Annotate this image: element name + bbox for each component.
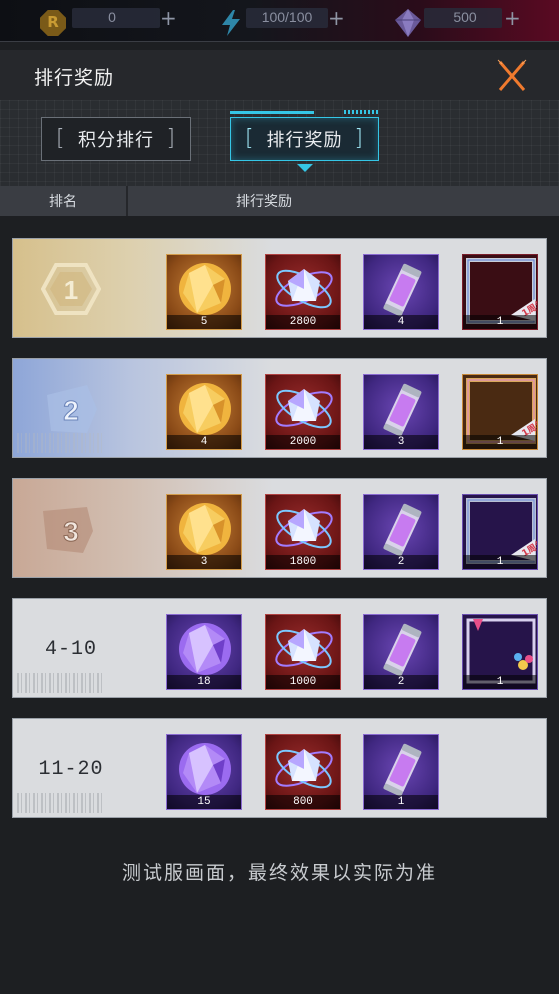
crystal-value: 500: [453, 9, 477, 25]
reward-card[interactable]: 3: [363, 374, 439, 450]
reward-card[interactable]: 1周年 1: [462, 494, 538, 570]
reward-count: 5: [167, 315, 241, 329]
close-icon[interactable]: [492, 58, 532, 94]
silver-rank-badge-icon: 2: [47, 385, 97, 433]
bracket-left-icon: [: [245, 126, 255, 151]
reward-count: 1: [463, 315, 537, 329]
crystal-gem-icon: [395, 9, 421, 37]
reward-card[interactable]: 2800: [265, 254, 341, 330]
reward-card[interactable]: 4: [166, 374, 242, 450]
active-tab-dots: [344, 110, 380, 114]
reward-card[interactable]: 2000: [265, 374, 341, 450]
reward-card[interactable]: 15: [166, 734, 242, 810]
column-reward: 排行奖励: [236, 194, 292, 210]
reward-count: 2: [364, 555, 438, 569]
reward-count: 4: [364, 315, 438, 329]
rank-number: 2: [63, 395, 79, 426]
reward-card[interactable]: 1800: [265, 494, 341, 570]
reward-count: 3: [167, 555, 241, 569]
reward-count: 2000: [266, 435, 340, 449]
page-title: 排行奖励: [34, 67, 115, 89]
reward-card[interactable]: 1000: [265, 614, 341, 690]
rank-row-1: 1 5 2800 4 1周年 1: [12, 238, 547, 338]
resource-bar: 0 + 100/100 + 500 +: [0, 0, 559, 42]
bracket-right-icon: ]: [166, 126, 176, 151]
rank-number: 1: [64, 275, 78, 305]
reward-count: 1: [463, 675, 537, 689]
reward-count: 1: [463, 555, 537, 569]
gold-rank-badge-icon: 1: [41, 263, 101, 315]
rank-row-2: 2 4 2000 3 1周年 1: [12, 358, 547, 458]
reward-count: 3: [364, 435, 438, 449]
tab-score-ranking[interactable]: [ 积分排行 ]: [41, 117, 191, 161]
reward-card[interactable]: 5: [166, 254, 242, 330]
tab-rank-rewards[interactable]: [ 排行奖励 ]: [230, 117, 379, 161]
table-header: 排名 排行奖励: [0, 186, 559, 216]
reward-count: 1800: [266, 555, 340, 569]
rank-row-3: 3 3 1800 2 1周年 1: [12, 478, 547, 578]
reward-card[interactable]: 1: [363, 734, 439, 810]
reward-card[interactable]: 1周年 1: [462, 254, 538, 330]
reward-count: 1000: [266, 675, 340, 689]
panel-header: 排行奖励: [0, 50, 559, 100]
reward-count: 2: [364, 675, 438, 689]
bronze-rank-badge-icon: 3: [43, 507, 93, 553]
reward-count: 1: [364, 795, 438, 809]
reward-card[interactable]: 2: [363, 614, 439, 690]
reward-card[interactable]: 18: [166, 614, 242, 690]
rank-row-11-20: 11-20 15 800 1: [12, 718, 547, 818]
reward-count: 18: [167, 675, 241, 689]
rank-row-4-10: 4-10 18 1000 2 1: [12, 598, 547, 698]
reward-count: 800: [266, 795, 340, 809]
tab-score-label: 积分排行: [78, 130, 154, 151]
tab-pointer-icon: [297, 164, 313, 172]
reward-count: 15: [167, 795, 241, 809]
active-tab-line: [230, 111, 314, 114]
reward-count: 4: [167, 435, 241, 449]
bracket-right-icon: ]: [354, 126, 364, 151]
bracket-left-icon: [: [56, 126, 66, 151]
decor-barcode: [17, 673, 103, 693]
decor-barcode: [17, 793, 103, 813]
reward-card[interactable]: 1: [462, 614, 538, 690]
reward-count: 1: [463, 435, 537, 449]
reward-card[interactable]: 3: [166, 494, 242, 570]
reward-card[interactable]: 1周年 1: [462, 374, 538, 450]
reward-count: 2800: [266, 315, 340, 329]
add-crystal-button[interactable]: +: [504, 6, 521, 30]
rank-number: 3: [63, 516, 79, 547]
resource-crystal: 500 +: [0, 6, 530, 37]
reward-card[interactable]: 800: [265, 734, 341, 810]
reward-card[interactable]: 4: [363, 254, 439, 330]
decor-barcode: [17, 433, 103, 453]
reward-card[interactable]: 2: [363, 494, 439, 570]
tab-reward-label: 排行奖励: [266, 130, 343, 151]
test-server-notice: 测试服画面，最终效果以实际为准: [121, 862, 437, 884]
column-rank: 排名: [49, 194, 77, 210]
